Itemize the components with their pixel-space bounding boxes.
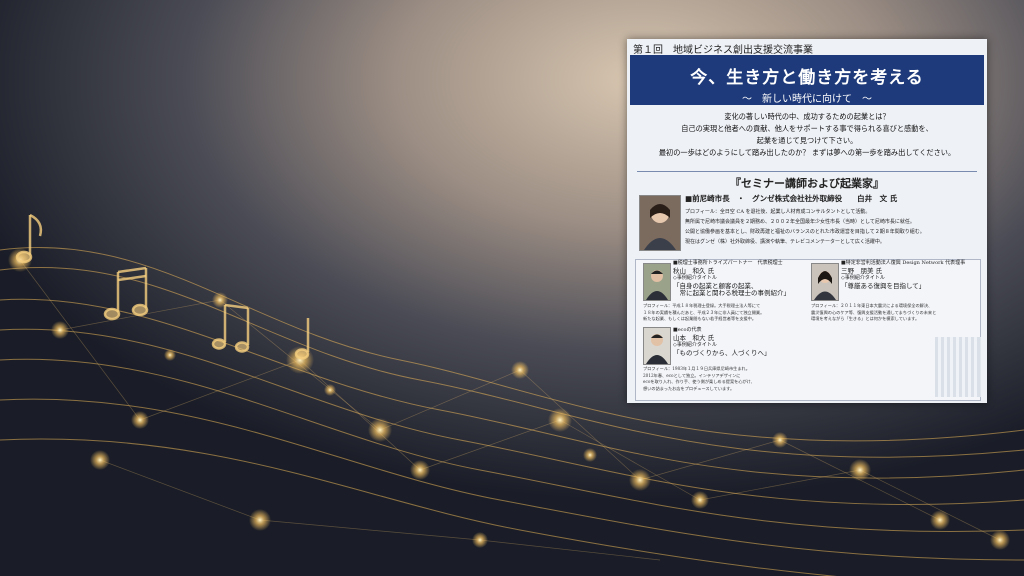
intro-line: 最初の一歩はどのようにして踏み出したのか？ まずは夢への第一歩を踏み出してくださ… [658, 148, 956, 157]
main-speaker: ■前尼崎市長 ・ グンゼ株式会社社外取締役 白井 文 氏 プロフィール：全日空 … [637, 193, 982, 255]
speaker-topic: 「ものづくりから、人づくりへ」 [673, 348, 771, 357]
intro-text: 変化の著しい時代の中、成功するための起業とは？ 自己の実現と他者への貢献、他人を… [627, 111, 987, 159]
profile-line: 無所属で尼崎市議会議員を２期務め、２００２年全国最年少女性市長（当時）として尼崎… [685, 219, 915, 225]
flyer-subtitle: ～ 新しい時代に向けて ～ [742, 94, 872, 105]
intro-line: 自己の実現と他者への貢献、他人をサポートする事で得られる喜びと感動を、 [681, 124, 933, 133]
seminar-flyer: 第１回 地域ビジネス創出支援交流事業 今、生き方と働き方を考える ～ 新しい時代… [627, 39, 987, 403]
speaker-topic: 「尊厳ある復興を目指して」 [841, 281, 926, 290]
title-banner: 今、生き方と働き方を考える ～ 新しい時代に向けて ～ [630, 55, 984, 105]
main-speaker-profile: プロフィール：全日空 CA を退社後、起業し人材育成コンサルタントとして活動。 … [685, 207, 925, 247]
speaker-topic: 「自身の起業と顧客の起業、 常に起業と関わる税理士の事例紹介」 [673, 281, 790, 297]
section-title: 『セミナー講師および起業家』 [730, 177, 884, 190]
series-label: 第１回 地域ビジネス創出支援交流事業 [633, 45, 813, 56]
profile-line: プロフィール：全日空 CA を退社後、起業し人材育成コンサルタントとして活動。 [685, 209, 871, 215]
speaker-name: 秋山 和久 氏 [673, 266, 715, 275]
divider [637, 171, 977, 172]
profile-line: 現在はグンゼ（株）社外取締役、講演や執筆、テレビコメンテーターとして広く活躍中。 [685, 239, 885, 245]
speaker-photo [643, 263, 671, 301]
flyer-title: 今、生き方と働き方を考える [690, 68, 924, 88]
speaker-photo [643, 327, 671, 365]
profile-line: 公開と協働参画を基本とし、財政再建と福祉のバランスのとれた市政運営を目指して２期… [685, 229, 925, 235]
speaker-info: ■税理士事務所トライズパートナー 代表税理士 秋山 和久 氏 ◇事例紹介タイトル… [673, 260, 790, 298]
speaker-photo [639, 195, 681, 251]
speaker-profile: プロフィール：1983年１月１９日兵庫県尼崎市生まれ。 2012年春、ecoとし… [643, 366, 755, 391]
speaker-name: 三野 朋美 氏 [841, 266, 883, 275]
intro-line: 変化の著しい時代の中、成功するための起業とは？ [724, 112, 890, 121]
speaker-profile: プロフィール：平成１８年税理士登録。大手税理士法人等にて １８年の実績を積んだあ… [643, 303, 765, 321]
speaker-profile: プロフィール：２０１１年東日本大震災による環境保全の解決、 震災復興の心のケア等… [811, 303, 937, 321]
speaker-photo [811, 263, 839, 301]
speaker-info: ■特定非営利活動法人復興 Design Network 代表理事 三野 朋美 氏… [841, 260, 965, 290]
intro-line: 起業を通じて見つけて下さい。 [756, 136, 858, 145]
speaker-name: 山本 和大 氏 [673, 333, 715, 342]
speaker-info: ■ecoの代表 山本 和大 氏 ◇事例紹介タイトル 「ものづくりから、人づくりへ… [673, 327, 771, 357]
building-decoration [935, 337, 983, 397]
main-speaker-heading: ■前尼崎市長 ・ グンゼ株式会社社外取締役 白井 文 氏 [685, 194, 898, 203]
